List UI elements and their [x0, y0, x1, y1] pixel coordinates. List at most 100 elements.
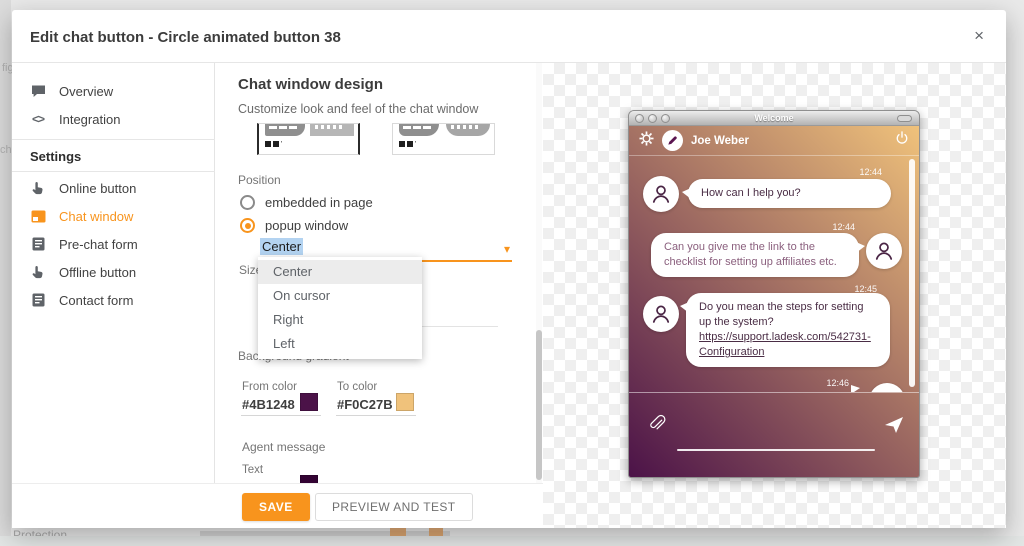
agent-message-bubble: How can I help you? — [688, 179, 891, 208]
partial-bubble-tail — [851, 385, 860, 392]
chat-header: Joe Weber — [629, 126, 919, 156]
chevron-down-icon: ▾ — [504, 242, 510, 256]
sidebar-item-pre-chat-form[interactable]: Pre-chat form — [12, 230, 215, 258]
code-icon: <> — [30, 111, 46, 127]
chat-bubble-icon — [30, 83, 46, 99]
radio-label: embedded in page — [265, 195, 373, 210]
chat-window-icon — [30, 208, 46, 224]
sidebar-item-label: Integration — [59, 112, 120, 127]
preview-and-test-button[interactable]: PREVIEW AND TEST — [315, 493, 473, 521]
gear-icon[interactable] — [639, 131, 654, 151]
sidebar-section-settings: Settings — [30, 149, 81, 164]
radio-label: popup window — [265, 218, 348, 233]
message-link[interactable]: https://support.ladesk.com/542731-Config… — [699, 331, 871, 358]
chat-preview-pane: Welcome — [543, 63, 1006, 528]
to-color-value[interactable]: #F0C27B — [337, 397, 393, 412]
modal-sidebar: Overview <> Integration Settings Online … — [12, 63, 215, 528]
visitor-message-avatar — [869, 383, 905, 392]
sidebar-item-integration[interactable]: <> Integration — [12, 105, 215, 133]
background-text-fragment: ch — [0, 144, 12, 156]
menu-item-right[interactable]: Right — [258, 308, 422, 332]
close-icon[interactable]: × — [974, 26, 984, 46]
sidebar-divider — [12, 171, 215, 172]
message-input-underline[interactable] — [677, 449, 875, 451]
thumbnail-dots: ' — [265, 141, 282, 148]
radio-icon-selected[interactable] — [240, 218, 255, 233]
menu-item-on-cursor[interactable]: On cursor — [258, 284, 422, 308]
agent-message-label: Agent message — [242, 440, 325, 454]
power-icon[interactable] — [895, 131, 909, 150]
window-minimize-button[interactable] — [897, 115, 912, 122]
background-orange-square — [429, 527, 443, 536]
settings-panel: Chat window design Customize look and fe… — [215, 63, 543, 528]
thumbnail-dots: ' — [399, 141, 416, 148]
agent-message-bubble: Do you mean the steps for setting up the… — [686, 293, 890, 367]
sidebar-item-online-button[interactable]: Online button — [12, 174, 215, 202]
message-timestamp: 12:46 — [826, 378, 849, 388]
radio-icon[interactable] — [240, 195, 255, 210]
thumbnail-agent-banner — [399, 124, 439, 136]
sidebar-item-contact-form[interactable]: Contact form — [12, 286, 215, 314]
form-icon — [30, 236, 46, 252]
agent-message-avatar — [643, 176, 679, 212]
sidebar-item-label: Overview — [59, 84, 113, 99]
chat-window-title: Welcome — [629, 113, 919, 123]
modal-title: Edit chat button - Circle animated butto… — [30, 29, 341, 46]
attachment-paperclip-icon[interactable] — [647, 414, 666, 438]
save-button[interactable]: SAVE — [242, 493, 310, 521]
chat-window-preview: Welcome — [628, 110, 920, 478]
message-timestamp: 12:44 — [832, 222, 855, 232]
agent-text-label: Text — [242, 464, 263, 476]
chat-style-thumbnail-2[interactable]: ' — [392, 123, 495, 155]
agent-avatar — [662, 130, 683, 151]
modal-body: Overview <> Integration Settings Online … — [12, 63, 1006, 528]
chat-os-titlebar: Welcome — [629, 111, 919, 126]
menu-item-left[interactable]: Left — [258, 332, 422, 356]
settings-scrollbar-thumb[interactable] — [536, 330, 542, 480]
position-dropdown-menu: Center On cursor Right Left — [258, 257, 422, 359]
position-label: Position — [238, 173, 281, 187]
sidebar-item-label: Chat window — [59, 209, 133, 224]
from-color-swatch[interactable] — [300, 393, 318, 411]
from-color-label: From color — [242, 381, 297, 393]
settings-scrollbar[interactable] — [536, 63, 542, 483]
message-timestamp: 12:44 — [859, 167, 882, 177]
send-icon[interactable] — [884, 416, 904, 439]
hand-pointer-icon — [30, 180, 46, 196]
edit-chat-button-modal: Edit chat button - Circle animated butto… — [12, 10, 1006, 528]
sidebar-item-offline-button[interactable]: Offline button — [12, 258, 215, 286]
agent-message-avatar — [643, 296, 679, 332]
background-bottom-strip — [0, 536, 1024, 546]
visitor-message-avatar — [866, 233, 902, 269]
from-color-value[interactable]: #4B1248 — [242, 397, 295, 412]
radio-embedded-in-page[interactable]: embedded in page — [240, 195, 373, 210]
sidebar-item-label: Pre-chat form — [59, 237, 138, 252]
sidebar-item-overview[interactable]: Overview — [12, 77, 215, 105]
sidebar-item-label: Online button — [59, 181, 136, 196]
hand-pointer-icon — [30, 264, 46, 280]
chat-scrollbar[interactable] — [909, 159, 915, 387]
position-select-value: Center — [260, 238, 303, 255]
to-color-underline — [336, 415, 416, 416]
to-color-swatch[interactable] — [396, 393, 414, 411]
agent-message-text: Do you mean the steps for setting up the… — [699, 301, 863, 328]
agent-name: Joe Weber — [691, 135, 749, 147]
background-orange-square — [390, 527, 406, 536]
thumbnail-visitor-banner — [446, 124, 490, 136]
thumbnail-visitor-banner — [310, 124, 354, 136]
modal-header: Edit chat button - Circle animated butto… — [12, 10, 1006, 63]
radio-popup-window[interactable]: popup window — [240, 218, 348, 233]
sidebar-item-chat-window[interactable]: Chat window — [12, 202, 215, 230]
form-icon — [30, 292, 46, 308]
panel-subheading: Customize look and feel of the chat wind… — [238, 102, 478, 116]
background-left-strip — [0, 0, 11, 546]
thumbnail-agent-banner — [265, 124, 305, 136]
chat-style-thumbnail-1[interactable]: ' — [257, 123, 360, 155]
chat-input-area — [629, 392, 919, 477]
sidebar-item-label: Offline button — [59, 265, 136, 280]
menu-item-center[interactable]: Center — [258, 260, 422, 284]
chat-gradient-body: Joe Weber 12:44 How can I help you? 12:4… — [629, 126, 919, 478]
chat-messages-area: 12:44 How can I help you? 12:44 Can you … — [629, 156, 919, 392]
sidebar-divider — [12, 139, 215, 140]
from-color-underline — [241, 415, 321, 416]
